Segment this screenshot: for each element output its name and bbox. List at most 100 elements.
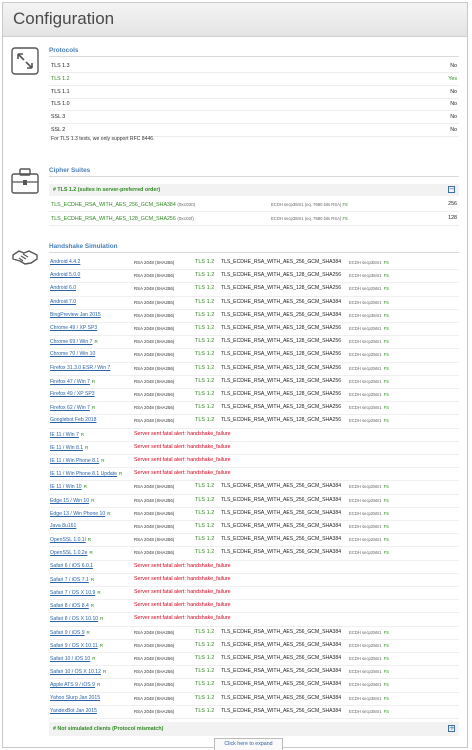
client-link[interactable]: Apple ATS 9 / iOS 9R <box>50 678 100 692</box>
client-link[interactable]: Yahoo Slurp Jan 2015 <box>50 692 100 705</box>
cipher-suite-code: (0xc02f) <box>177 215 194 221</box>
client-name[interactable]: Android 5.0.0 <box>50 272 80 278</box>
client-name[interactable]: Edge 13 / Win Phone 10 <box>50 511 105 517</box>
server-key: RSA 2048 (SHA256) <box>134 524 175 529</box>
client-link[interactable]: Edge 13 / Win Phone 10 R <box>50 507 111 521</box>
fs-badge: FS <box>383 339 389 345</box>
client-name[interactable]: Safari 8 / OS X 10.10 <box>50 616 98 622</box>
client-name[interactable]: Safari 10 / OS X 10.12 <box>50 669 101 675</box>
collapse-icon[interactable]: − <box>448 186 455 193</box>
server-key: RSA 2048 (SHA256) <box>134 537 175 543</box>
reference-client-icon: R <box>85 444 89 450</box>
cipher-suite: TLS_ECDHE_RSA_WITH_AES_256_GCM_SHA384 <box>221 259 342 265</box>
client-name[interactable]: Safari 7 / OS X 10.9 <box>50 590 95 596</box>
client-link[interactable]: Edge 15 / Win 10 R <box>50 494 94 508</box>
client-link[interactable]: YandexBot Jan 2015 <box>50 705 97 718</box>
client-link[interactable]: OpenSSL 1.0.2e R <box>50 546 93 560</box>
client-name[interactable]: Chrome 49 / XP SP3 <box>50 325 97 331</box>
cipher-suite: TLS_ECDHE_RSA_WITH_AES_256_GCM_SHA384 <box>221 298 342 305</box>
cipher-suite-label: TLS_ECDHE_RSA_WITH_AES_128_GCM_SHA256 <box>51 215 176 222</box>
divider <box>49 56 459 57</box>
client-link[interactable]: Chrome 49 / XP SP3 <box>50 322 97 335</box>
panel-header: Configuration <box>3 3 467 37</box>
client-name[interactable]: Chrome 70 / Win 10 <box>50 351 95 357</box>
client-name[interactable]: Java 8u161 <box>50 523 76 529</box>
client-name[interactable]: Yahoo Slurp Jan 2015 <box>50 695 100 701</box>
cipher-suite-name: TLS_ECDHE_RSA_WITH_AES_128_GCM_SHA256 (0… <box>51 212 194 226</box>
protocol-row: TLS 1.1 No <box>49 86 459 99</box>
client-link[interactable]: Chrome 70 / Win 10 <box>50 348 95 361</box>
client-name[interactable]: Safari 8 / iOS 8.4 <box>50 603 89 609</box>
client-link[interactable]: Java 8u161 <box>50 520 76 533</box>
client-link[interactable]: Safari 8 / OS X 10.10 R <box>50 612 103 626</box>
protocol-version: TLS 1.2 <box>195 628 215 635</box>
client-link[interactable]: BingPreview Jan 2015 <box>50 309 101 322</box>
protocol-name: TLS 1.3 <box>51 63 70 69</box>
cipher-suite: TLS_ECDHE_RSA_WITH_AES_128_GCM_SHA256 <box>221 338 342 345</box>
client-link[interactable]: Googlebot Feb 2018 <box>50 414 96 427</box>
client-name[interactable]: Safari 9 / iOS 9 <box>50 630 85 636</box>
client-name[interactable]: Firefox 62 / Win 7 <box>50 405 90 411</box>
server-key: RSA 2048 (SHA256) <box>134 352 175 358</box>
client-link[interactable]: IE 11 / Win 10 R <box>50 480 87 494</box>
client-link[interactable]: IE 11 / Win Phone 8.1 R <box>50 454 105 468</box>
client-link[interactable]: Safari 7 / iOS 7.1 R <box>50 573 94 587</box>
client-link[interactable]: IE 11 / Win 8.1 R <box>50 441 88 455</box>
client-name[interactable]: OpenSSL 1.0.1l <box>50 537 86 543</box>
protocols-title: Protocols <box>49 47 79 54</box>
client-name[interactable]: Android 4.4.2 <box>50 259 80 265</box>
client-link[interactable]: Android 5.0.0 <box>50 269 80 282</box>
client-name[interactable]: IE 11 / Win 8.1 <box>50 445 83 451</box>
expand-icon[interactable]: + <box>448 725 455 732</box>
client-name[interactable]: Android 7.0 <box>50 299 76 305</box>
client-link[interactable]: Safari 6 / iOS 6.0.1 <box>50 560 93 573</box>
client-link[interactable]: Safari 10 / iOS 10 R <box>50 652 96 666</box>
client-link[interactable]: Firefox 47 / Win 7R <box>50 375 95 389</box>
client-name[interactable]: Apple ATS 9 / iOS 9 <box>50 682 95 688</box>
handshake-error: Server sent fatal alert: handshake_failu… <box>134 470 231 477</box>
client-name[interactable]: Safari 7 / iOS 7.1 <box>50 577 89 583</box>
client-name[interactable]: Firefox 47 / Win 7 <box>50 379 90 385</box>
client-link[interactable]: Safari 10 / OS X 10.12 R <box>50 665 106 679</box>
client-name[interactable]: Firefox 31.3.0 ESR / Win 7 <box>50 365 110 371</box>
client-link[interactable]: Android 4.4.2 <box>50 256 80 269</box>
reference-client-icon: R <box>90 603 95 609</box>
client-link[interactable]: Chrome 69 / Win 7R <box>50 335 98 349</box>
protocol-version: TLS 1.2 <box>195 391 215 397</box>
client-name[interactable]: BingPreview Jan 2015 <box>50 312 101 318</box>
client-name[interactable]: Firefox 49 / XP SP3 <box>50 391 95 397</box>
client-link[interactable]: Safari 9 / iOS 9R <box>50 626 90 640</box>
client-link[interactable]: Android 7.0 <box>50 296 76 309</box>
client-name[interactable]: IE 11 / Win Phone 8.1 <box>50 458 99 464</box>
handshake-row: IE 11 / Win 10 R RSA 2048 (SHA256) TLS 1.2 T… <box>49 480 459 495</box>
click-to-expand-button[interactable]: Click here to expand <box>214 738 283 750</box>
client-link[interactable]: OpenSSL 1.0.1l R <box>50 533 91 547</box>
client-link[interactable]: Safari 8 / iOS 8.4 R <box>50 599 94 613</box>
client-link[interactable]: Safari 9 / OS X 10.11 R <box>50 639 103 653</box>
client-name[interactable]: IE 11 / Win Phone 8.1 Update <box>50 471 117 477</box>
client-link[interactable]: Firefox 49 / XP SP3 <box>50 388 95 401</box>
client-link[interactable]: Firefox 62 / Win 7R <box>50 401 95 415</box>
client-name[interactable]: Edge 15 / Win 10 <box>50 498 89 504</box>
reference-client-icon: R <box>107 510 111 516</box>
client-name[interactable]: Safari 6 / iOS 6.0.1 <box>50 563 93 569</box>
server-key: RSA 2048 (SHA256) <box>134 273 175 279</box>
client-name[interactable]: Safari 10 / iOS 10 <box>50 656 90 662</box>
protocol-name: TLS 1.2 <box>51 75 70 82</box>
client-link[interactable]: Safari 7 / OS X 10.9 R <box>50 586 101 600</box>
client-link[interactable]: IE 11 / Win Phone 8.1 Update R <box>50 467 122 481</box>
client-name[interactable]: IE 11 / Win 10 <box>50 484 82 490</box>
cipher-suite: TLS_ECDHE_RSA_WITH_AES_256_GCM_SHA384 <box>221 694 342 701</box>
client-name[interactable]: Safari 9 / OS X 10.11 <box>50 643 98 649</box>
client-link[interactable]: Firefox 31.3.0 ESR / Win 7 <box>50 362 110 375</box>
client-name[interactable]: Googlebot Feb 2018 <box>50 417 96 423</box>
client-link[interactable]: Android 6.0 <box>50 282 76 295</box>
client-name[interactable]: OpenSSL 1.0.2e <box>50 550 87 556</box>
protocols-section: Protocols TLS 1.3 No TLS 1.2 Yes TLS 1.1 No TL… <box>11 47 459 155</box>
client-name[interactable]: IE 11 / Win 7 <box>50 432 79 438</box>
client-name[interactable]: Chrome 69 / Win 7 <box>50 339 92 345</box>
client-link[interactable]: IE 11 / Win 7R <box>50 428 84 442</box>
client-name[interactable]: YandexBot Jan 2015 <box>50 708 97 714</box>
key-exchange: ECDH secp256r1 FS <box>349 375 389 388</box>
client-name[interactable]: Android 6.0 <box>50 285 76 291</box>
